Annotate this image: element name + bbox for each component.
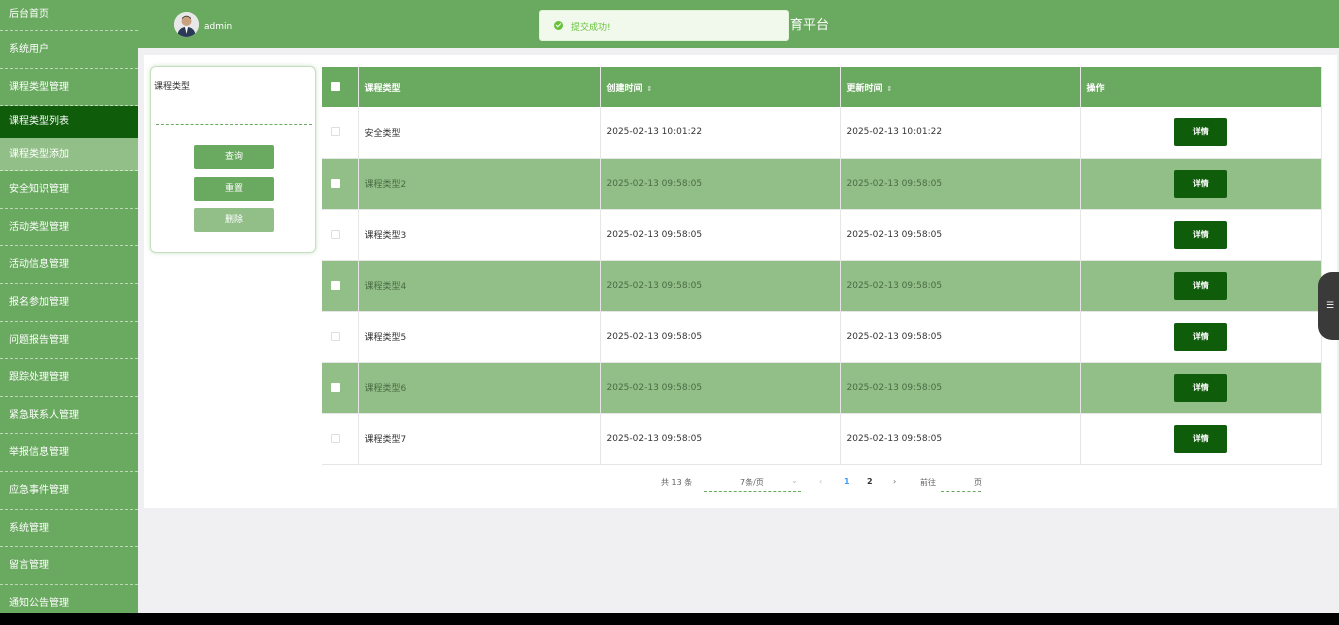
page-size-value: 7条/页 — [740, 478, 764, 487]
chevron-down-icon: ⌄ — [791, 476, 798, 485]
cell-updated: 2025-02-13 09:58:05 — [840, 209, 1081, 261]
content-panel: 课程类型 查询 重置 删除 课程类型 创建时间⇕ 更新时间⇕ 操作 安全类型 — [144, 55, 1337, 508]
table-row: 课程类型7 2025-02-13 09:58:05 2025-02-13 09:… — [322, 413, 1322, 465]
page-size-select[interactable]: 7条/页 ⌄ — [704, 476, 801, 492]
table-row: 课程类型6 2025-02-13 09:58:05 2025-02-13 09:… — [322, 362, 1322, 414]
sidebar-item-tracking[interactable]: 跟踪处理管理 — [0, 359, 138, 397]
sidebar-item-course-type-list[interactable]: 课程类型列表 — [0, 106, 138, 139]
table-row: 课程类型2 2025-02-13 09:58:05 2025-02-13 09:… — [322, 158, 1322, 210]
platform-title: 育平台 — [790, 18, 830, 33]
table-row: 课程类型5 2025-02-13 09:58:05 2025-02-13 09:… — [322, 311, 1322, 363]
row-checkbox[interactable] — [331, 331, 340, 341]
select-all-checkbox[interactable] — [331, 82, 340, 91]
main-area: admin 育平台 提交成功! 课程类型 查询 重置 删除 课程类型 创建时间 ⇕… — [138, 0, 1339, 613]
sidebar-item-emergency-event[interactable]: 应急事件管理 — [0, 472, 138, 510]
table-row: 安全类型 2025-02-13 10:01:22 2025-02-13 10:0… — [322, 107, 1322, 159]
pagination-total: 共 13 条 — [661, 478, 693, 487]
cell-updated: 2025-02-13 10:01:22 — [840, 107, 1081, 159]
success-toast: 提交成功! — [539, 10, 789, 41]
column-header-actions: 操作 — [1080, 67, 1322, 107]
delete-button[interactable]: 删除 — [194, 208, 274, 232]
sidebar-item-home[interactable]: 后台首页 — [0, 0, 138, 31]
detail-button[interactable]: 详情 — [1174, 271, 1228, 300]
sidebar-item-registration[interactable]: 报名参加管理 — [0, 284, 138, 322]
cell-updated: 2025-02-13 09:58:05 — [840, 311, 1081, 363]
page-number-1[interactable]: 1 — [844, 477, 850, 486]
row-checkbox[interactable] — [331, 280, 340, 290]
header-select-all — [322, 67, 359, 107]
prev-page-icon[interactable]: ‹ — [819, 477, 822, 486]
sidebar-item-course-type-add[interactable]: 课程类型添加 — [0, 138, 138, 172]
detail-button[interactable]: 详情 — [1174, 322, 1228, 351]
cell-course-type: 课程类型6 — [358, 362, 601, 414]
cell-created: 2025-02-13 09:58:05 — [600, 311, 841, 363]
row-checkbox[interactable] — [331, 382, 340, 392]
page-unit-label: 页 — [974, 478, 982, 487]
cell-course-type: 课程类型5 — [358, 311, 601, 363]
table-row: 课程类型4 2025-02-13 09:58:05 2025-02-13 09:… — [322, 260, 1322, 312]
cell-updated: 2025-02-13 09:58:05 — [840, 362, 1081, 414]
row-checkbox[interactable] — [331, 178, 340, 188]
row-checkbox[interactable] — [331, 127, 340, 137]
cell-course-type: 课程类型7 — [358, 413, 601, 465]
sidebar-item-announcements[interactable]: 通知公告管理 — [0, 585, 138, 613]
detail-button[interactable]: 详情 — [1174, 424, 1228, 453]
sidebar-item-system-users[interactable]: 系统用户 — [0, 31, 138, 69]
cell-created: 2025-02-13 09:58:05 — [600, 260, 841, 312]
topbar: admin 育平台 提交成功! — [138, 0, 1339, 48]
course-type-search-input[interactable] — [156, 109, 312, 125]
sidebar-item-activity-type[interactable]: 活动类型管理 — [0, 209, 138, 247]
page-number-2[interactable]: 2 — [867, 477, 873, 486]
query-button[interactable]: 查询 — [194, 145, 274, 169]
side-drawer-handle[interactable]: ☰ — [1318, 272, 1339, 340]
table-row: 课程类型3 2025-02-13 09:58:05 2025-02-13 09:… — [322, 209, 1322, 261]
cell-updated: 2025-02-13 09:58:05 — [840, 260, 1081, 312]
search-panel: 课程类型 查询 重置 删除 — [150, 66, 316, 253]
sidebar-item-emergency-contact[interactable]: 紧急联系人管理 — [0, 397, 138, 435]
sidebar-item-issue-report[interactable]: 问题报告管理 — [0, 322, 138, 360]
cell-course-type: 课程类型4 — [358, 260, 601, 312]
check-circle-icon — [554, 21, 563, 30]
sort-icon[interactable]: ⇕ — [887, 85, 893, 93]
table-header-row: 课程类型 创建时间 ⇕ 更新时间 ⇕ 操作 — [322, 67, 1322, 107]
cell-course-type: 安全类型 — [358, 107, 601, 159]
search-label: 课程类型 — [154, 82, 191, 92]
reset-button[interactable]: 重置 — [194, 177, 274, 201]
sidebar-item-activity-info[interactable]: 活动信息管理 — [0, 246, 138, 284]
sidebar-item-safety-knowledge[interactable]: 安全知识管理 — [0, 171, 138, 209]
sidebar-item-course-type-management[interactable]: 课程类型管理 — [0, 69, 138, 107]
cell-created: 2025-02-13 09:58:05 — [600, 158, 841, 210]
sidebar-item-messages[interactable]: 留言管理 — [0, 547, 138, 585]
sidebar-item-report-info[interactable]: 举报信息管理 — [0, 434, 138, 472]
column-header-created[interactable]: 创建时间 ⇕ — [600, 67, 841, 107]
menu-icon: ☰ — [1326, 301, 1335, 311]
next-page-icon[interactable]: › — [893, 477, 896, 486]
detail-button[interactable]: 详情 — [1174, 169, 1228, 198]
cell-course-type: 课程类型3 — [358, 209, 601, 261]
cell-created: 2025-02-13 09:58:05 — [600, 362, 841, 414]
cell-updated: 2025-02-13 09:58:05 — [840, 413, 1081, 465]
cell-updated: 2025-02-13 09:58:05 — [840, 158, 1081, 210]
detail-button[interactable]: 详情 — [1174, 118, 1228, 147]
cell-course-type: 课程类型2 — [358, 158, 601, 210]
cell-created: 2025-02-13 09:58:05 — [600, 209, 841, 261]
row-checkbox[interactable] — [331, 229, 340, 239]
column-header-updated[interactable]: 更新时间 ⇕ — [840, 67, 1081, 107]
cell-created: 2025-02-13 09:58:05 — [600, 413, 841, 465]
avatar[interactable] — [174, 12, 199, 37]
detail-button[interactable]: 详情 — [1174, 220, 1228, 249]
sort-icon[interactable]: ⇕ — [647, 85, 653, 93]
course-type-table: 课程类型 创建时间 ⇕ 更新时间 ⇕ 操作 安全类型 2025-02-13 10:0… — [322, 67, 1322, 465]
column-header-course-type: 课程类型 — [358, 67, 601, 107]
cell-created: 2025-02-13 10:01:22 — [600, 107, 841, 159]
sidebar-item-system-management[interactable]: 系统管理 — [0, 510, 138, 548]
sidebar: 后台首页 系统用户 课程类型管理 课程类型列表 课程类型添加 安全知识管理 活动… — [0, 0, 138, 613]
bottom-bar — [0, 613, 1339, 625]
toast-message: 提交成功! — [571, 23, 611, 33]
username[interactable]: admin — [204, 22, 232, 32]
goto-label: 前往 — [920, 478, 936, 487]
detail-button[interactable]: 详情 — [1174, 373, 1228, 402]
row-checkbox[interactable] — [331, 433, 340, 443]
